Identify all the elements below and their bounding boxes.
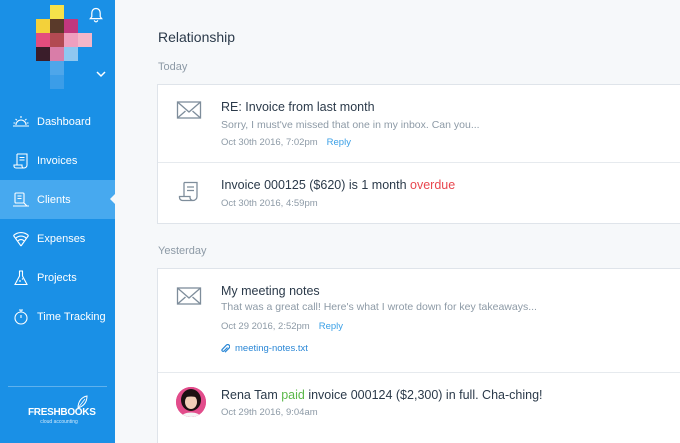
flask-icon — [12, 269, 30, 287]
sidebar: Dashboard Invoices Clients Expenses Proj… — [0, 0, 115, 443]
entry-timestamp: Oct 30th 2016, 7:02pm — [221, 137, 318, 148]
timeline-entry-payment[interactable]: Rena Tam paid invoice 000124 ($2,300) in… — [158, 372, 680, 432]
sidebar-divider — [8, 386, 107, 387]
client-name: Rena Tam — [221, 388, 282, 402]
entry-timestamp: Oct 29th 2016, 9:04am — [221, 407, 318, 418]
sidebar-item-dashboard[interactable]: Dashboard — [0, 102, 115, 141]
sidebar-item-label: Time Tracking — [37, 310, 106, 323]
timeline-entry-email[interactable]: My meeting notes That was a great call! … — [158, 269, 680, 372]
attachment-filename: meeting-notes.txt — [235, 343, 308, 354]
avatar — [176, 387, 206, 417]
chevron-down-icon[interactable] — [96, 70, 106, 78]
sidebar-item-clients[interactable]: Clients — [0, 180, 115, 219]
timeline-entry-invoice-overdue[interactable]: Invoice 000125 ($620) is 1 month overdue… — [158, 162, 680, 224]
sidebar-item-label: Invoices — [37, 154, 78, 167]
paid-status: paid — [281, 388, 305, 402]
entry-title-text: invoice 000124 ($2,300) in full. Cha-chi… — [304, 388, 543, 402]
envelope-icon — [176, 101, 202, 119]
sidebar-item-invoices[interactable]: Invoices — [0, 141, 115, 180]
client-icon — [12, 191, 30, 209]
leaf-icon — [77, 395, 88, 409]
sidebar-nav: Dashboard Invoices Clients Expenses Proj… — [0, 102, 115, 336]
entry-timestamp: Oct 29 2016, 2:52pm — [221, 321, 310, 332]
entry-meta: Oct 30th 2016, 7:02pm Reply — [221, 137, 351, 148]
main-content: Relationship Today RE: Invoice from last… — [115, 0, 680, 443]
timeline-card-today: RE: Invoice from last month Sorry, I mus… — [157, 84, 680, 224]
entry-preview: Sorry, I must've missed that one in my i… — [221, 119, 480, 131]
entry-meta: Oct 29 2016, 2:52pm Reply — [221, 321, 343, 332]
bell-icon[interactable] — [89, 7, 103, 23]
reply-link[interactable]: Reply — [327, 137, 351, 148]
timeline-entry-email[interactable]: RE: Invoice from last month Sorry, I mus… — [158, 85, 680, 162]
sidebar-item-projects[interactable]: Projects — [0, 258, 115, 297]
entry-timestamp: Oct 30th 2016, 4:59pm — [221, 198, 318, 209]
sidebar-item-label: Dashboard — [37, 115, 91, 128]
timeline-card-yesterday: My meeting notes That was a great call! … — [157, 268, 680, 443]
sidebar-item-expenses[interactable]: Expenses — [0, 219, 115, 258]
sidebar-item-label: Clients — [37, 193, 71, 206]
invoice-icon — [178, 181, 198, 202]
entry-title: My meeting notes — [221, 284, 320, 298]
sidebar-item-label: Expenses — [37, 232, 86, 245]
sun-icon — [12, 113, 30, 131]
reply-link[interactable]: Reply — [319, 321, 343, 332]
group-label-today: Today — [158, 61, 188, 73]
sidebar-item-label: Projects — [37, 271, 77, 284]
entry-title: Rena Tam paid invoice 000124 ($2,300) in… — [221, 388, 543, 402]
entry-title: Invoice 000125 ($620) is 1 month overdue — [221, 178, 455, 192]
entry-preview: That was a great call! Here's what I wro… — [221, 301, 537, 313]
group-label-yesterday: Yesterday — [158, 245, 207, 257]
freshbooks-logo: FRESHBOOKS cloud accounting — [28, 395, 96, 431]
stopwatch-icon — [12, 308, 30, 326]
overdue-status: overdue — [410, 178, 456, 192]
wifi-icon — [12, 230, 30, 248]
paperclip-icon — [221, 343, 230, 353]
page-title: Relationship — [158, 29, 236, 45]
entry-title-text: Invoice 000125 ($620) is 1 month — [221, 178, 411, 192]
sidebar-item-time-tracking[interactable]: Time Tracking — [0, 297, 115, 336]
account-avatar[interactable] — [36, 5, 96, 91]
envelope-icon — [176, 287, 202, 305]
scroll-icon — [12, 152, 30, 170]
logo-tagline: cloud accounting — [40, 419, 78, 425]
entry-title: RE: Invoice from last month — [221, 100, 375, 114]
attachment-link[interactable]: meeting-notes.txt — [221, 343, 308, 354]
